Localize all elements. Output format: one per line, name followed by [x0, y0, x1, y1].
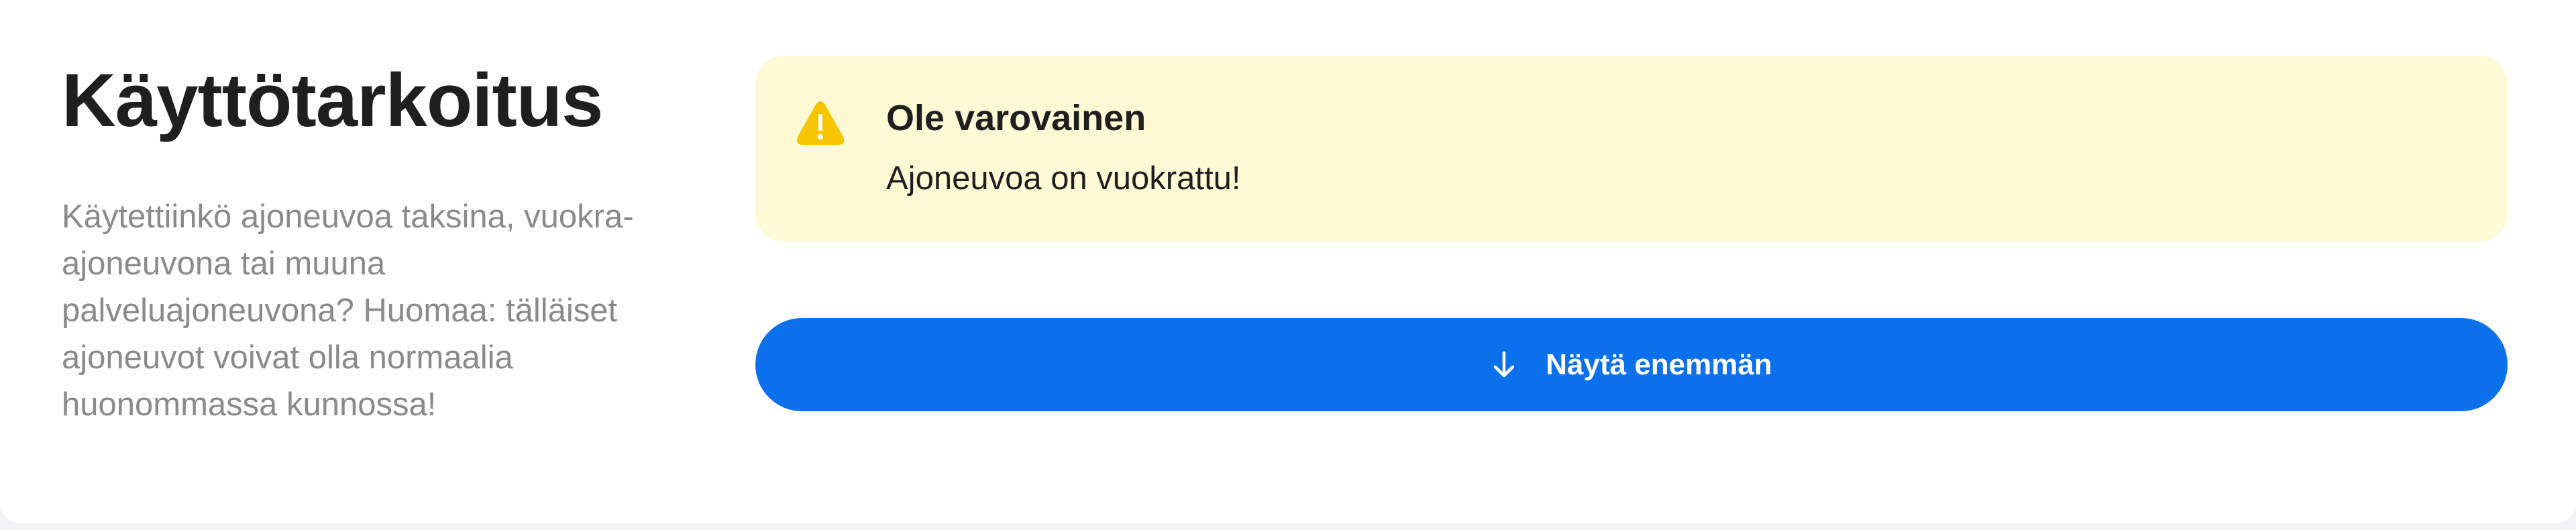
vehicle-usage-card: Käyttötarkoitus Käytettiinkö ajoneuvoa t…: [0, 0, 2576, 523]
arrow-down-icon: [1494, 351, 1515, 377]
section-description: Käytettiinkö ajoneuvoa taksina, vuokra-a…: [62, 199, 634, 423]
warning-text: Ajoneuvoa on vuokrattu!: [886, 160, 1241, 197]
section-title: Käyttötarkoitus: [62, 58, 603, 142]
warning-triangle-icon: [796, 101, 845, 145]
show-more-label: Näytä enemmän: [1546, 348, 1772, 381]
warning-title: Ole varovainen: [886, 98, 1146, 138]
show-more-button[interactable]: Näytä enemmän: [755, 318, 2508, 411]
warning-alert: Ole varovainen Ajoneuvoa on vuokrattu!: [755, 56, 2508, 242]
usage-info-column: Käyttötarkoitus Käytettiinkö ajoneuvoa t…: [62, 54, 665, 428]
